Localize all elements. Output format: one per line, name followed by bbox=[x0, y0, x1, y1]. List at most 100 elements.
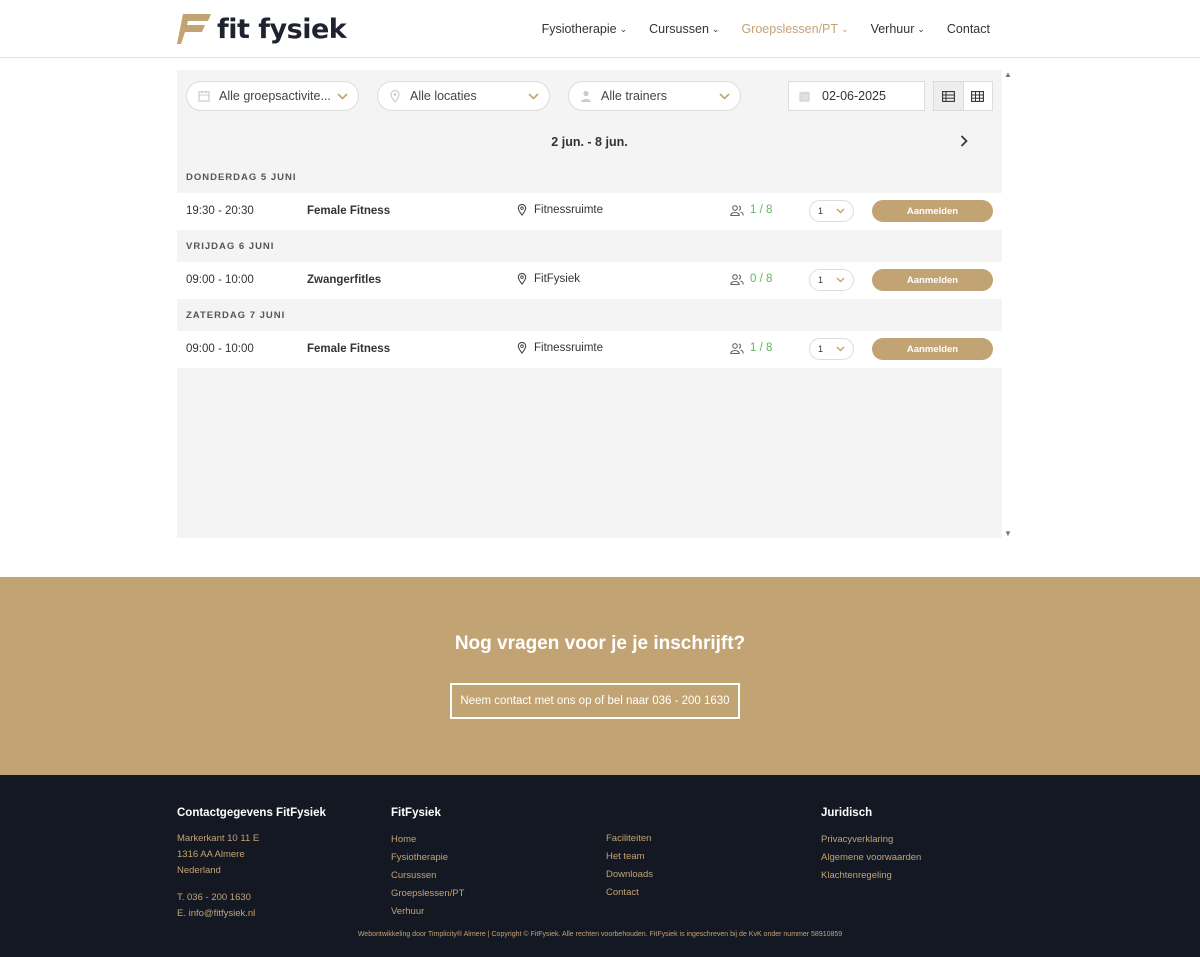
quantity-value: 1 bbox=[818, 275, 824, 285]
chevron-down-icon: ⌄ bbox=[917, 23, 925, 34]
activity-filter-select[interactable]: Alle groepsactivite... bbox=[186, 81, 359, 111]
footer-fitfysiek-column-2: Faciliteiten Het team Downloads Contact bbox=[606, 830, 653, 902]
capacity-count: 1 / 8 bbox=[750, 204, 773, 216]
quantity-select[interactable]: 1 bbox=[809, 200, 854, 222]
footer-link-faciliteiten[interactable]: Faciliteiten bbox=[606, 830, 653, 848]
address-line: 1316 AA Almere bbox=[177, 849, 245, 860]
date-picker-input[interactable]: 02-06-2025 bbox=[788, 81, 925, 111]
footer-heading: Juridisch bbox=[821, 807, 873, 819]
signup-button[interactable]: Aanmelden bbox=[872, 200, 993, 222]
quantity-value: 1 bbox=[818, 344, 824, 354]
footer-link-voorwaarden[interactable]: Algemene voorwaarden bbox=[821, 849, 921, 867]
chevron-right-icon bbox=[960, 135, 968, 147]
logo-mark-icon bbox=[177, 14, 211, 44]
chevron-down-icon bbox=[836, 346, 845, 352]
session-time: 09:00 - 10:00 bbox=[186, 274, 254, 286]
footer-copyright: Webontwikkeling door Timplicity® Almere … bbox=[357, 931, 843, 938]
location-filter-label: Alle locaties bbox=[410, 89, 477, 103]
main-nav: Fysiotherapie ⌄ Cursussen ⌄ Groepslessen/P… bbox=[520, 0, 990, 58]
scroll-down-arrow-icon[interactable]: ▼ bbox=[1004, 529, 1012, 538]
footer-link-home[interactable]: Home bbox=[391, 831, 464, 849]
footer-link-privacy[interactable]: Privacyverklaring bbox=[821, 831, 921, 849]
footer-contact-column: Contactgegevens FitFysiek Markerkant 10 … bbox=[177, 807, 326, 922]
footer-fitfysiek-column: FitFysiek Home Fysiotherapie Cursussen G… bbox=[391, 807, 464, 921]
calendar-icon bbox=[799, 90, 813, 102]
week-range-label: 2 jun. - 8 jun. bbox=[551, 135, 628, 149]
users-icon bbox=[730, 342, 744, 354]
footer-link-groepslessen[interactable]: Groepslessen/PT bbox=[391, 885, 464, 903]
signup-button[interactable]: Aanmelden bbox=[872, 269, 993, 291]
nav-item-verhuur[interactable]: Verhuur ⌄ bbox=[871, 22, 925, 36]
location-pin-icon bbox=[517, 342, 527, 354]
nav-label: Groepslessen/PT bbox=[741, 22, 839, 36]
footer-link-fysiotherapie[interactable]: Fysiotherapie bbox=[391, 849, 464, 867]
day-header: DONDERDAG 5 JUNI bbox=[186, 172, 297, 183]
view-toggle bbox=[933, 81, 993, 111]
grid-view-button[interactable] bbox=[964, 82, 993, 110]
site-header: fit fysiek Fysiotherapie ⌄ Cursussen ⌄ Gro… bbox=[0, 0, 1200, 58]
contact-cta-section: Nog vragen voor je je inschrijft? Neem c… bbox=[0, 577, 1200, 775]
chevron-down-icon: ⌄ bbox=[841, 23, 849, 34]
address-line: Markerkant 10 11 E bbox=[177, 833, 260, 844]
quantity-value: 1 bbox=[818, 206, 824, 216]
chevron-down-icon: ⌄ bbox=[619, 23, 628, 34]
quantity-select[interactable]: 1 bbox=[809, 338, 854, 360]
session-capacity: 1 / 8 bbox=[730, 204, 772, 216]
signup-button[interactable]: Aanmelden bbox=[872, 338, 993, 360]
location-label: Fitnessruimte bbox=[534, 204, 604, 216]
session-time: 19:30 - 20:30 bbox=[186, 205, 254, 217]
next-week-button[interactable] bbox=[960, 134, 968, 151]
trainer-filter-select[interactable]: Alle trainers bbox=[568, 81, 741, 111]
location-label: Fitnessruimte bbox=[534, 342, 604, 354]
email-link[interactable]: E. info@fitfysiek.nl bbox=[177, 906, 326, 922]
session-time: 09:00 - 10:00 bbox=[186, 343, 254, 355]
nav-item-fysiotherapie[interactable]: Fysiotherapie ⌄ bbox=[542, 22, 628, 36]
address-line: Nederland bbox=[177, 865, 221, 876]
footer-link-het-team[interactable]: Het team bbox=[606, 848, 653, 866]
chevron-down-icon: ⌄ bbox=[711, 23, 720, 34]
footer-link-klachten[interactable]: Klachtenregeling bbox=[821, 867, 921, 885]
site-footer: Contactgegevens FitFysiek Markerkant 10 … bbox=[0, 775, 1200, 957]
nav-label: Fysiotherapie bbox=[541, 22, 617, 36]
quantity-select[interactable]: 1 bbox=[809, 269, 854, 291]
contact-button[interactable]: Neem contact met ons op of bel naar 036 … bbox=[450, 683, 740, 719]
session-capacity: 0 / 8 bbox=[730, 273, 772, 285]
day-header: VRIJDAG 6 JUNI bbox=[186, 241, 275, 252]
location-filter-select[interactable]: Alle locaties bbox=[377, 81, 550, 111]
nav-label: Cursussen bbox=[649, 22, 709, 36]
location-pin-icon bbox=[517, 204, 527, 216]
logo[interactable]: fit fysiek bbox=[177, 10, 347, 48]
chevron-down-icon bbox=[836, 277, 845, 283]
location-label: FitFysiek bbox=[534, 273, 580, 285]
scroll-up-arrow-icon[interactable]: ▲ bbox=[1004, 70, 1012, 79]
list-view-button[interactable] bbox=[934, 82, 964, 110]
footer-link-verhuur[interactable]: Verhuur bbox=[391, 903, 464, 921]
nav-label: Verhuur bbox=[870, 22, 915, 36]
session-row: 09:00 - 10:00 Zwangerfitles FitFysiek 0 … bbox=[177, 262, 1002, 299]
users-icon bbox=[730, 204, 744, 216]
users-icon bbox=[730, 273, 744, 285]
footer-link-downloads[interactable]: Downloads bbox=[606, 866, 653, 884]
list-view-icon bbox=[941, 90, 955, 102]
session-location: FitFysiek bbox=[517, 273, 580, 285]
capacity-count: 0 / 8 bbox=[750, 273, 773, 285]
trainer-filter-label: Alle trainers bbox=[601, 89, 667, 103]
chevron-down-icon bbox=[719, 89, 730, 103]
calendar-icon bbox=[197, 89, 211, 103]
footer-juridisch-column: Juridisch Privacyverklaring Algemene voo… bbox=[821, 807, 921, 885]
footer-link-contact[interactable]: Contact bbox=[606, 884, 653, 902]
nav-item-contact[interactable]: Contact bbox=[947, 22, 990, 36]
chevron-down-icon bbox=[836, 208, 845, 214]
footer-heading: Contactgegevens FitFysiek bbox=[177, 807, 326, 819]
nav-item-groepslessen[interactable]: Groepslessen/PT ⌄ bbox=[741, 22, 848, 36]
phone-link[interactable]: T. 036 - 200 1630 bbox=[177, 890, 326, 906]
session-title: Female Fitness bbox=[307, 343, 391, 355]
nav-item-cursussen[interactable]: Cursussen ⌄ bbox=[649, 22, 719, 36]
logo-text: fit fysiek bbox=[217, 13, 347, 45]
date-value: 02-06-2025 bbox=[822, 89, 886, 103]
footer-link-cursussen[interactable]: Cursussen bbox=[391, 867, 464, 885]
location-pin-icon bbox=[517, 273, 527, 285]
session-location: Fitnessruimte bbox=[517, 204, 603, 216]
location-pin-icon bbox=[388, 89, 402, 103]
session-capacity: 1 / 8 bbox=[730, 342, 772, 354]
